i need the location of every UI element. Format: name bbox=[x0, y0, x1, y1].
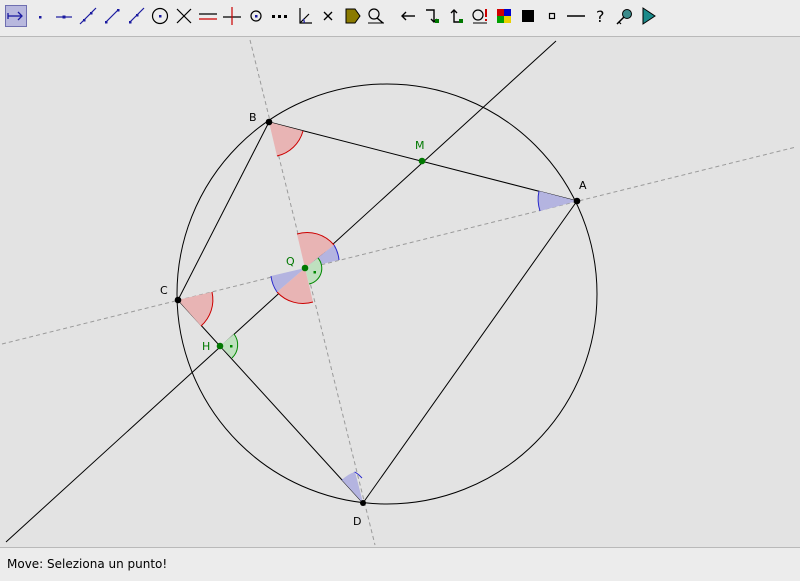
move-arrow-icon bbox=[7, 11, 23, 21]
status-bar: Move: Seleziona un punto! bbox=[0, 547, 800, 581]
perpendicular-tool-button[interactable] bbox=[221, 5, 243, 27]
line-style-icon bbox=[567, 15, 585, 17]
point-m[interactable] bbox=[418, 157, 426, 165]
svg-text:?: ? bbox=[596, 7, 605, 26]
label-q: Q bbox=[286, 255, 295, 268]
point-b[interactable] bbox=[265, 118, 273, 126]
label-m: M bbox=[415, 139, 425, 152]
intersect-tool-button[interactable] bbox=[173, 5, 195, 27]
back-tool-button[interactable] bbox=[445, 5, 467, 27]
toolbar: ? bbox=[0, 0, 800, 37]
small-square-tool-button[interactable] bbox=[541, 5, 563, 27]
play-tool-button[interactable] bbox=[637, 5, 659, 27]
delete-tool-button[interactable] bbox=[317, 5, 339, 27]
midpoint-icon bbox=[250, 10, 262, 22]
key-icon bbox=[616, 9, 632, 25]
filled-square-icon bbox=[522, 10, 534, 22]
label-tag-icon bbox=[345, 8, 361, 24]
point-d[interactable] bbox=[360, 500, 366, 506]
undo-tool-button[interactable] bbox=[397, 5, 419, 27]
color-palette-icon bbox=[497, 9, 511, 23]
perpendicular-line-icon bbox=[223, 7, 241, 25]
point-h[interactable] bbox=[216, 342, 224, 350]
ray-tool-button[interactable] bbox=[125, 5, 147, 27]
midpoint-tool-button[interactable] bbox=[245, 5, 267, 27]
warning-magnify-icon bbox=[472, 9, 487, 24]
palette-tool-button[interactable] bbox=[493, 5, 515, 27]
geometry-canvas[interactable]: B A C D M Q H bbox=[0, 37, 800, 547]
dashed-line-bd[interactable] bbox=[249, 39, 376, 546]
point-icon bbox=[39, 16, 42, 19]
dotted-tool-button[interactable] bbox=[269, 5, 291, 27]
redo-arrow-icon bbox=[426, 9, 439, 23]
point-on-line-icon bbox=[56, 15, 72, 19]
status-text: Move: Seleziona un punto! bbox=[7, 557, 168, 571]
label-d: D bbox=[353, 515, 361, 528]
line-icon bbox=[79, 7, 97, 25]
segment-dc[interactable] bbox=[177, 299, 364, 504]
back-arrow-icon bbox=[450, 9, 463, 23]
dashed-line-ca[interactable] bbox=[1, 146, 797, 345]
point-a[interactable] bbox=[573, 197, 581, 205]
angle-b-red[interactable] bbox=[269, 122, 303, 156]
parallel-line-icon bbox=[199, 13, 217, 20]
dotted-line-icon bbox=[272, 15, 287, 18]
move-tool-button[interactable] bbox=[5, 5, 27, 27]
magnify-icon bbox=[368, 8, 384, 24]
help-tool-button[interactable]: ? bbox=[589, 5, 611, 27]
point-on-line-tool-button[interactable] bbox=[53, 5, 75, 27]
warning-tool-button[interactable] bbox=[469, 5, 491, 27]
point-q[interactable] bbox=[301, 264, 309, 272]
label-tool-button[interactable] bbox=[341, 5, 363, 27]
label-a: A bbox=[579, 179, 587, 192]
angle-c-red[interactable] bbox=[178, 292, 213, 326]
segment-ad[interactable] bbox=[362, 200, 578, 504]
undo-arrow-icon bbox=[401, 11, 415, 21]
segment-tool-button[interactable] bbox=[101, 5, 123, 27]
ray-icon bbox=[129, 7, 145, 24]
delete-x-icon bbox=[323, 11, 333, 21]
parallel-tool-button[interactable] bbox=[197, 5, 219, 27]
segment-cb[interactable] bbox=[177, 121, 270, 301]
small-square-icon bbox=[548, 12, 556, 20]
point-c[interactable] bbox=[174, 296, 182, 304]
line-style-tool-button[interactable] bbox=[565, 5, 587, 27]
segment-icon bbox=[105, 9, 120, 24]
drawing-area[interactable]: B A C D M Q H bbox=[0, 37, 800, 547]
play-icon bbox=[642, 7, 656, 25]
angle-icon bbox=[299, 8, 312, 24]
circle-center-icon bbox=[151, 7, 169, 25]
circle-tool-button[interactable] bbox=[149, 5, 171, 27]
angle-tool-button[interactable] bbox=[293, 5, 315, 27]
line-tool-button[interactable] bbox=[77, 5, 99, 27]
circumcircle[interactable] bbox=[176, 83, 598, 505]
point-tool-button[interactable] bbox=[29, 5, 51, 27]
redo-tool-button[interactable] bbox=[421, 5, 443, 27]
intersect-icon bbox=[176, 8, 192, 24]
label-b: B bbox=[249, 111, 257, 124]
label-c: C bbox=[160, 284, 168, 297]
label-h: H bbox=[202, 340, 210, 353]
key-tool-button[interactable] bbox=[613, 5, 635, 27]
fill-square-tool-button[interactable] bbox=[517, 5, 539, 27]
help-question-icon: ? bbox=[596, 7, 605, 26]
magnify-tool-button[interactable] bbox=[365, 5, 387, 27]
